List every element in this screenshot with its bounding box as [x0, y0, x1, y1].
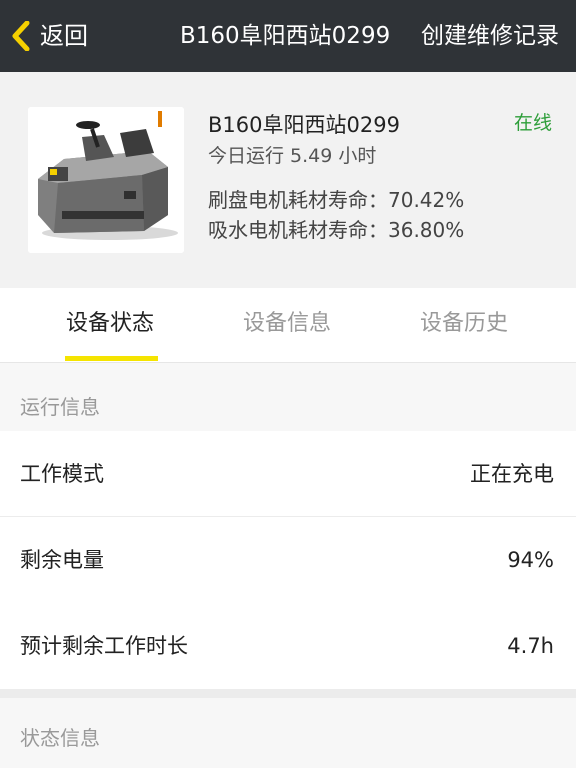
- work-mode-row: 工作模式 正在充电: [0, 431, 576, 517]
- estimated-remaining-time-row: 预计剩余工作时长 4.7h: [0, 603, 576, 689]
- create-repair-record-button[interactable]: 创建维修记录: [421, 17, 559, 55]
- estimated-remaining-time-label: 预计剩余工作时长: [20, 634, 188, 658]
- online-status-badge: 在线: [513, 112, 552, 134]
- device-summary-card: B160阜阳西站0299 今日运行 5.49 小时 在线 刷盘电机耗材寿命：70…: [0, 72, 576, 288]
- device-name: B160阜阳西站0299: [208, 113, 400, 137]
- back-button[interactable]: 返回: [10, 17, 88, 55]
- status-info-section-header: 状态信息: [0, 698, 576, 768]
- page-title: B160阜阳西站0299: [180, 23, 391, 49]
- tab-bar: 设备状态 设备信息 设备历史: [0, 288, 576, 363]
- tab-device-status[interactable]: 设备状态: [14, 288, 206, 363]
- estimated-remaining-time-value: 4.7h: [507, 634, 554, 658]
- tab-device-info[interactable]: 设备信息: [191, 288, 383, 363]
- remaining-battery-value: 94%: [507, 548, 554, 572]
- section-divider: [0, 689, 576, 698]
- work-mode-value: 正在充电: [470, 462, 554, 486]
- tab-device-history[interactable]: 设备历史: [368, 288, 560, 363]
- remaining-battery-label: 剩余电量: [20, 548, 104, 572]
- status-info-title: 状态信息: [20, 726, 100, 750]
- run-info-section-header: 运行信息: [0, 363, 576, 433]
- remaining-battery-row: 剩余电量 94%: [0, 517, 576, 603]
- chevron-left-icon: [10, 21, 32, 51]
- scrubber-machine-image: [28, 107, 184, 253]
- top-navigation-bar: 返回 B160阜阳西站0299 创建维修记录: [0, 0, 576, 72]
- active-tab-indicator: [65, 356, 158, 361]
- back-label: 返回: [40, 22, 88, 50]
- run-info-title: 运行信息: [20, 395, 100, 419]
- work-mode-label: 工作模式: [20, 462, 104, 486]
- device-runtime-today: 今日运行 5.49 小时: [208, 145, 377, 167]
- brush-motor-life: 刷盘电机耗材寿命：70.42%: [208, 188, 465, 212]
- suction-motor-life: 吸水电机耗材寿命：36.80%: [208, 218, 465, 242]
